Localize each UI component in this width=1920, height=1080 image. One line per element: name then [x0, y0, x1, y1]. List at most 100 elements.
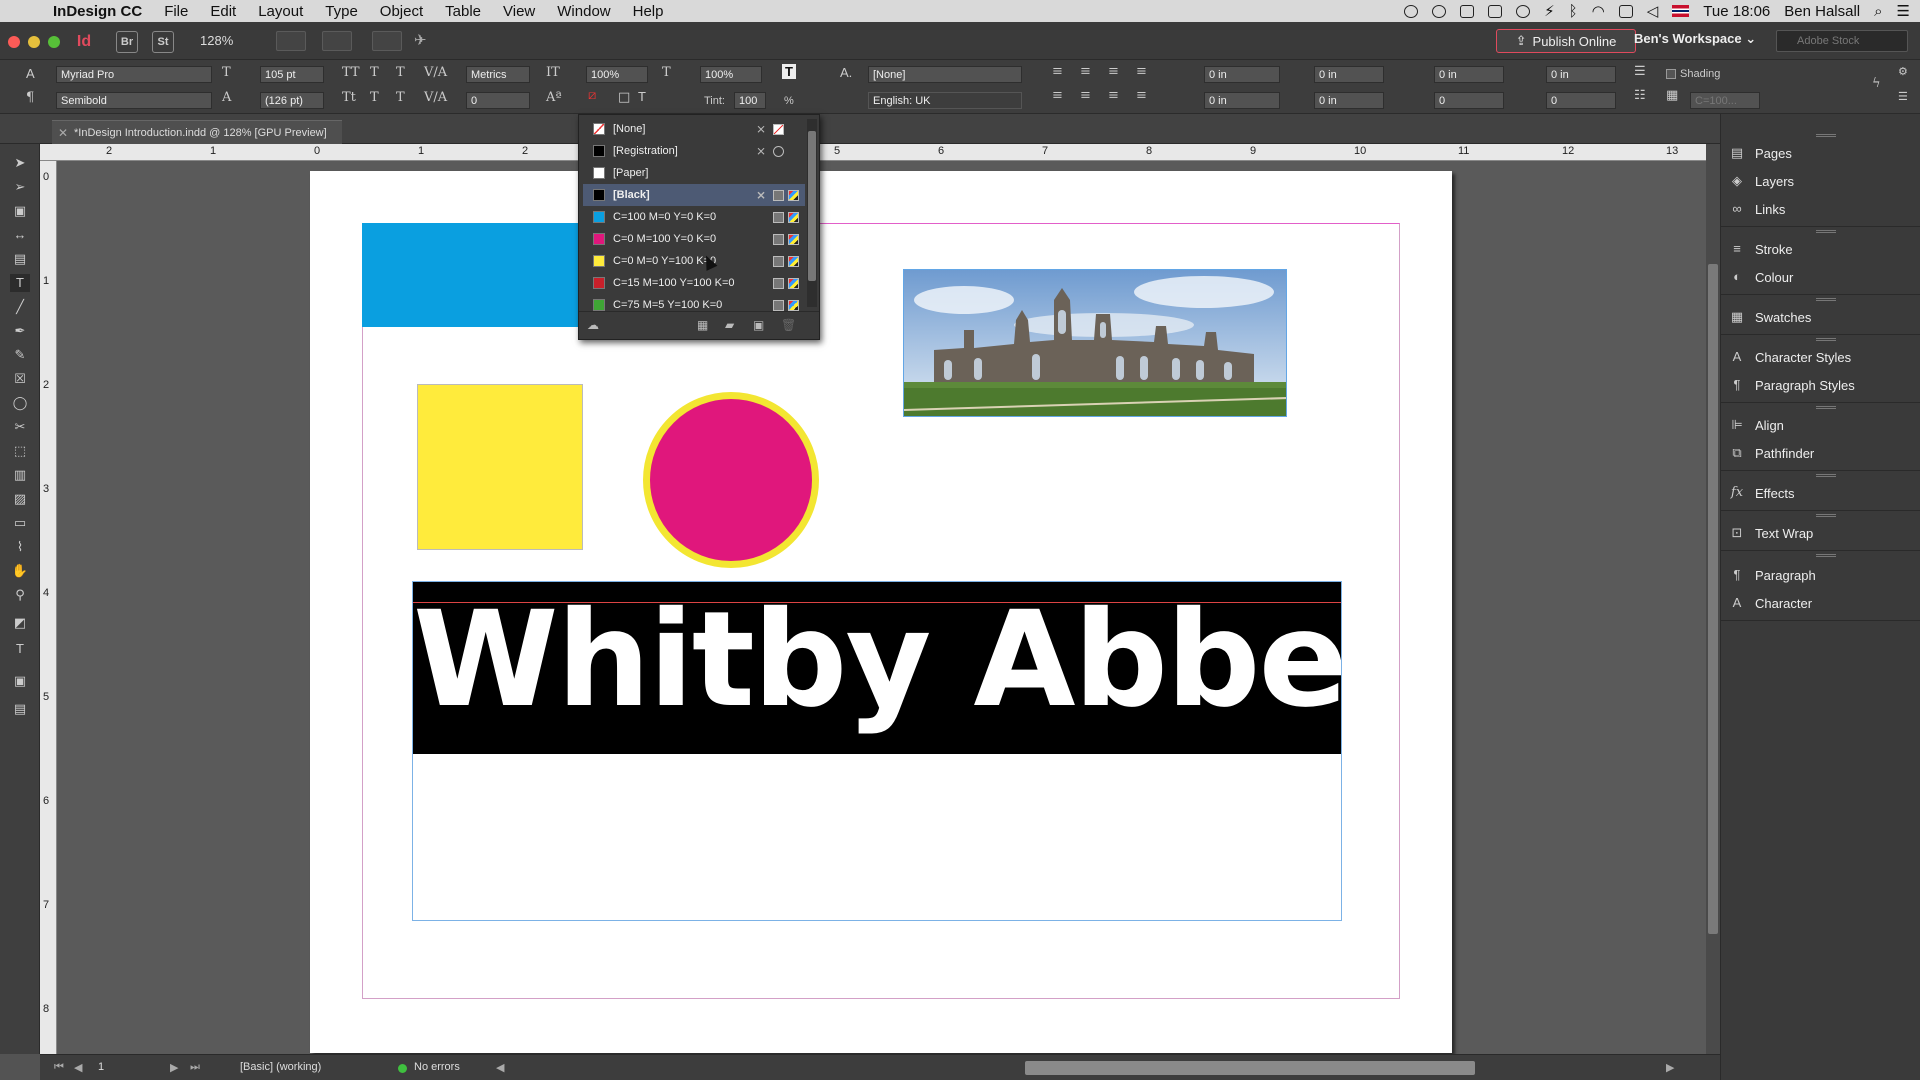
- page-tool-icon[interactable]: ▣: [10, 202, 30, 220]
- uk-flag-icon[interactable]: [1672, 5, 1690, 17]
- quick-apply-icon[interactable]: ϟ: [1872, 76, 1881, 91]
- panel-pages[interactable]: ▤ Pages: [1729, 142, 1919, 164]
- view-options-icon[interactable]: [276, 31, 306, 51]
- justify-center-icon[interactable]: ≡: [1080, 88, 1091, 103]
- panel-pathfinder[interactable]: ⧉ Pathfinder: [1729, 442, 1919, 464]
- selection-tool-icon[interactable]: ➤: [10, 154, 30, 172]
- show-swatch-kinds-icon[interactable]: ▦: [697, 318, 708, 332]
- font-size-field[interactable]: 105 pt: [260, 66, 324, 83]
- leading-field[interactable]: (126 pt): [260, 92, 324, 109]
- volume-icon[interactable]: ◁: [1647, 2, 1659, 20]
- zoom-level[interactable]: 128%: [200, 33, 233, 48]
- cloud-icon[interactable]: [1488, 4, 1503, 18]
- panel-group-grip[interactable]: [1816, 554, 1836, 557]
- horizontal-scale-field[interactable]: 100%: [700, 66, 762, 83]
- panel-paragraph[interactable]: ¶ Paragraph: [1729, 564, 1919, 586]
- last-line-indent-field[interactable]: 0 in: [1314, 92, 1384, 109]
- small-caps-icon[interactable]: Tt: [342, 90, 356, 105]
- panel-swatches[interactable]: ▦ Swatches: [1729, 306, 1919, 328]
- pen-tool-icon[interactable]: ✒: [10, 322, 30, 340]
- magenta-circle[interactable]: [643, 392, 819, 568]
- swatch-row-none[interactable]: [None] ⨯: [583, 118, 805, 140]
- bolt-icon[interactable]: ⚡: [1544, 2, 1555, 20]
- rectangle-frame-tool-icon[interactable]: ☒: [10, 370, 30, 388]
- justify-all-icon[interactable]: ≡: [1108, 88, 1119, 103]
- panel-group-grip[interactable]: [1816, 338, 1836, 341]
- control-panel-menu-icon[interactable]: ☰: [1898, 90, 1908, 103]
- yellow-square[interactable]: [417, 384, 583, 550]
- font-style-field[interactable]: Semibold: [56, 92, 212, 109]
- document-tab[interactable]: ✕ *InDesign Introduction.indd @ 128% [GP…: [52, 120, 342, 144]
- pasteboard[interactable]: Whitby Abbey: [57, 161, 1706, 1054]
- headline-text[interactable]: Whitby Abbey: [413, 582, 1341, 746]
- paragraph-formatting-icon[interactable]: ¶: [26, 90, 34, 105]
- zoom-tool-icon[interactable]: ⚲: [10, 586, 30, 604]
- line-tool-icon[interactable]: ╱: [10, 298, 30, 316]
- swatch-row-yellow[interactable]: C=0 M=0 Y=100 K=0: [583, 250, 805, 272]
- space-before-field[interactable]: 0 in: [1434, 66, 1504, 83]
- bluetooth-icon[interactable]: ᛒ: [1569, 3, 1578, 20]
- menu-type[interactable]: Type: [314, 3, 369, 20]
- wifi-icon[interactable]: ◠: [1592, 2, 1605, 20]
- panel-effects[interactable]: fx Effects: [1729, 482, 1919, 504]
- right-indent-field[interactable]: 0 in: [1314, 66, 1384, 83]
- panel-group-grip[interactable]: [1816, 514, 1836, 517]
- document-page[interactable]: Whitby Abbey: [310, 171, 1452, 1053]
- headline-text-frame[interactable]: Whitby Abbey: [412, 581, 1342, 921]
- swatch-list-scroll-thumb[interactable]: [808, 131, 816, 281]
- airplay-icon[interactable]: [1618, 4, 1633, 18]
- horizontal-scroll-thumb[interactable]: [1025, 1061, 1475, 1075]
- panel-links[interactable]: ∞ Links: [1729, 198, 1919, 220]
- formatting-container-icon[interactable]: □: [618, 90, 630, 105]
- swatch-row-magenta[interactable]: C=0 M=100 Y=0 K=0: [583, 228, 805, 250]
- stock-button[interactable]: St: [152, 31, 174, 53]
- abbey-photo-frame[interactable]: [903, 269, 1287, 417]
- shading-swatch-field[interactable]: C=100...: [1690, 92, 1760, 109]
- swatch-list-scrollbar[interactable]: [807, 119, 817, 307]
- spotlight-icon[interactable]: ⌕: [1874, 3, 1882, 20]
- delete-swatch-icon[interactable]: 🗑: [781, 318, 796, 332]
- menu-help[interactable]: Help: [622, 3, 675, 20]
- fill-text-icon[interactable]: T: [782, 64, 796, 79]
- fill-stroke-icon[interactable]: ◩: [10, 614, 30, 632]
- arrange-documents-icon[interactable]: [372, 31, 402, 51]
- character-formatting-icon[interactable]: A: [26, 66, 35, 81]
- align-left-icon[interactable]: ≡: [1052, 64, 1063, 79]
- drop-cap-lines-field[interactable]: 0: [1434, 92, 1504, 109]
- next-page-icon[interactable]: ▶: [170, 1061, 178, 1074]
- clock[interactable]: Tue 18:06: [1703, 3, 1770, 20]
- formatting-text-icon[interactable]: T: [638, 89, 646, 104]
- prev-page-icon[interactable]: ◀: [74, 1061, 82, 1074]
- display-icon[interactable]: [1460, 4, 1475, 18]
- panel-character[interactable]: A Character: [1729, 592, 1919, 614]
- preflight-profile[interactable]: [Basic] (working): [240, 1061, 321, 1073]
- record-icon[interactable]: [1404, 4, 1419, 18]
- swatch-row-cyan[interactable]: C=100 M=0 Y=0 K=0: [583, 206, 805, 228]
- workspace-switcher[interactable]: Ben's Workspace ⌄: [1634, 31, 1756, 47]
- character-style-field[interactable]: [None]: [868, 66, 1022, 83]
- gradient-feather-tool-icon[interactable]: ▨: [10, 490, 30, 508]
- superscript-icon[interactable]: T: [370, 65, 379, 80]
- menu-file[interactable]: File: [153, 3, 199, 20]
- kerning-field[interactable]: Metrics: [466, 66, 530, 83]
- ellipse-tool-icon[interactable]: ◯: [10, 394, 30, 412]
- menu-edit[interactable]: Edit: [199, 3, 247, 20]
- zoom-window-icon[interactable]: [48, 36, 60, 48]
- space-after-field[interactable]: 0 in: [1546, 66, 1616, 83]
- formatting-affects-icon[interactable]: T: [10, 640, 30, 658]
- swatch-row-registration[interactable]: [Registration] ⨯: [583, 140, 805, 162]
- panel-align[interactable]: ⊫ Align: [1729, 414, 1919, 436]
- tint-field[interactable]: 100: [734, 92, 766, 109]
- control-panel-settings-icon[interactable]: ⚙: [1898, 65, 1908, 78]
- panel-character-styles[interactable]: A Character Styles: [1729, 346, 1919, 368]
- bullets-icon[interactable]: ☰: [1634, 64, 1646, 79]
- first-page-icon[interactable]: ⏮: [54, 1061, 64, 1074]
- minimize-window-icon[interactable]: [28, 36, 40, 48]
- menu-table[interactable]: Table: [434, 3, 492, 20]
- menu-window[interactable]: Window: [546, 3, 621, 20]
- panel-stroke[interactable]: ≡ Stroke: [1729, 238, 1919, 260]
- cc-libraries-icon[interactable]: ☁: [587, 318, 599, 332]
- underline-icon[interactable]: T: [396, 65, 405, 80]
- align-right-icon[interactable]: ≡: [1108, 64, 1119, 79]
- swatch-row-black[interactable]: [Black] ⨯: [583, 184, 805, 206]
